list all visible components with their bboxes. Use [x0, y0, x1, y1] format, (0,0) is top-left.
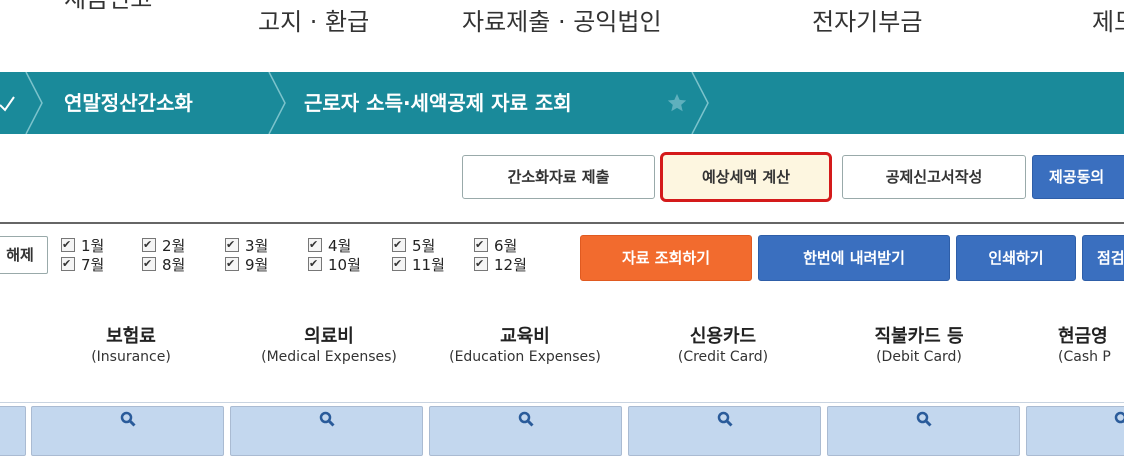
month-checkbox[interactable]: 11월 [392, 255, 445, 274]
checkbox-checked-icon [474, 255, 488, 273]
checkbox-checked-icon [142, 255, 156, 273]
breadcrumb-separator-icon [691, 72, 709, 134]
month-checkbox[interactable]: 6월 [474, 236, 517, 255]
top-nav-item-system[interactable]: 제도 [1092, 7, 1124, 57]
print-button[interactable]: 인쇄하기 [956, 235, 1076, 281]
month-checkbox[interactable]: 9월 [225, 255, 268, 274]
table-header-line [0, 402, 1124, 403]
column-header-en: (Credit Card) [677, 349, 769, 365]
column-header-en: (Education Expenses) [449, 349, 601, 365]
breadcrumb: 연말정산간소화 근로자 소득·세액공제 자료 조회 [0, 72, 1124, 134]
submit-simplified-data-button[interactable]: 간소화자료 제출 [462, 155, 655, 199]
search-cell-medical[interactable] [230, 406, 423, 456]
search-cell-debit-card[interactable] [827, 406, 1020, 456]
breadcrumb-item-deduction-lookup[interactable]: 근로자 소득·세액공제 자료 조회 [304, 88, 572, 118]
query-data-button[interactable]: 자료 조회하기 [580, 235, 752, 281]
checkbox-checked-icon [308, 236, 322, 254]
consent-button[interactable]: 제공동의 [1032, 155, 1124, 199]
column-header-en: (Cash P [1058, 349, 1111, 365]
search-icon [717, 411, 733, 427]
column-header-ko: 교육비 [500, 326, 550, 347]
column-header-cash-receipt: 현금영 (Cash P [1058, 326, 1124, 366]
column-header-insurance: 보험료 (Insurance) [46, 326, 216, 366]
month-checkbox[interactable]: 7월 [61, 255, 104, 274]
month-checkbox[interactable]: 12월 [474, 255, 527, 274]
breadcrumb-separator-icon [25, 72, 43, 134]
search-icon [319, 411, 335, 427]
column-header-en: (Medical Expenses) [261, 349, 397, 365]
column-header-ko: 신용카드 [689, 326, 757, 347]
search-icon [916, 411, 932, 427]
download-all-button[interactable]: 한번에 내려받기 [758, 235, 950, 281]
column-header-ko: 의료비 [304, 326, 354, 347]
month-checkbox[interactable]: 4월 [308, 236, 351, 255]
checkbox-checked-icon [474, 236, 488, 254]
checkbox-checked-icon [142, 236, 156, 254]
month-checkbox[interactable]: 8월 [142, 255, 185, 274]
column-header-ko: 직불카드 등 [874, 326, 964, 347]
month-checkbox[interactable]: 2월 [142, 236, 185, 255]
month-checkbox[interactable]: 10월 [308, 255, 361, 274]
estimated-tax-calc-button[interactable]: 예상세액 계산 [660, 152, 832, 202]
breadcrumb-separator-icon [268, 72, 286, 134]
check-icon [0, 96, 15, 112]
checkbox-checked-icon [308, 255, 322, 273]
column-header-education: 교육비 (Education Expenses) [430, 326, 620, 366]
search-cell-cash-receipt[interactable] [1026, 406, 1124, 456]
search-icon [1114, 411, 1124, 424]
search-icon [120, 411, 136, 427]
month-checkbox[interactable]: 5월 [392, 236, 435, 255]
star-icon[interactable] [666, 92, 688, 114]
top-nav-item-notice-refund[interactable]: 고지 · 환급 [258, 7, 369, 57]
inspect-button[interactable]: 점검 [1082, 235, 1124, 281]
search-icon [518, 411, 534, 427]
column-header-ko: 보험료 [106, 326, 156, 347]
search-cell-education[interactable] [429, 406, 622, 456]
checkbox-checked-icon [61, 255, 75, 273]
checkbox-checked-icon [61, 236, 75, 254]
checkbox-checked-icon [392, 236, 406, 254]
top-nav-item-e-donation[interactable]: 전자기부금 [812, 7, 922, 57]
column-header-credit-card: 신용카드 (Credit Card) [638, 326, 808, 366]
breadcrumb-item-year-end-settlement[interactable]: 연말정산간소화 [64, 88, 193, 118]
month-checkbox[interactable]: 3월 [225, 236, 268, 255]
search-cell-credit-card[interactable] [628, 406, 821, 456]
column-header-medical: 의료비 (Medical Expenses) [244, 326, 414, 366]
column-header-en: (Debit Card) [876, 349, 962, 365]
checkbox-checked-icon [225, 255, 239, 273]
top-nav-item-data-submission[interactable]: 자료제출 · 공익법인 [462, 7, 662, 57]
deselect-all-button[interactable]: 해제 [0, 236, 48, 274]
deduction-form-button[interactable]: 공제신고서작성 [842, 155, 1026, 199]
column-header-ko: 현금영 [1058, 326, 1108, 347]
section-divider [0, 222, 1124, 224]
checkbox-checked-icon [225, 236, 239, 254]
column-header-debit-card: 직불카드 등 (Debit Card) [834, 326, 1004, 366]
column-header-en: (Insurance) [91, 349, 171, 365]
top-nav-item-tax-filing[interactable]: 세금신고 [64, 0, 152, 34]
checkbox-checked-icon [392, 255, 406, 273]
search-cell[interactable] [0, 406, 26, 456]
search-cell-insurance[interactable] [31, 406, 224, 456]
month-checkbox[interactable]: 1월 [61, 236, 104, 255]
